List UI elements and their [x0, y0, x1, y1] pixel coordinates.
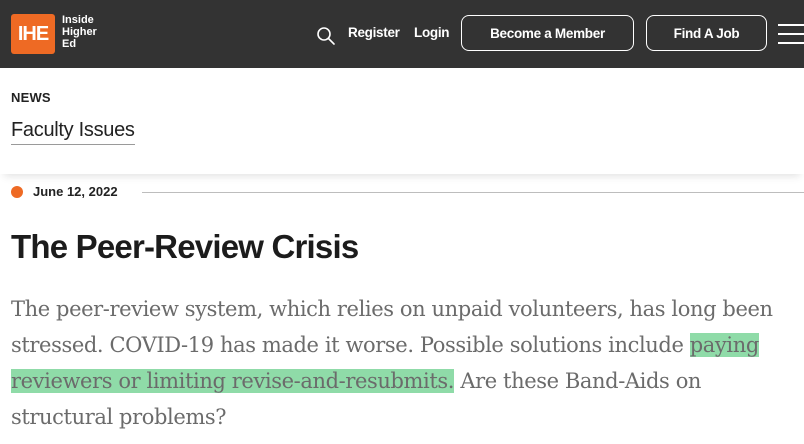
publish-date: June 12, 2022	[33, 184, 118, 199]
hamburger-menu-icon[interactable]	[778, 22, 804, 46]
logo-line-1: Inside	[62, 14, 94, 26]
article-dek: The peer-review system, which relies on …	[11, 291, 803, 435]
category-label: NEWS	[11, 90, 51, 105]
dek-text-start: The peer-review system, which relies on …	[11, 297, 773, 357]
divider	[142, 192, 804, 193]
logo-line-2: Higher	[62, 26, 97, 38]
logo-wordmark[interactable]: Inside Higher Ed	[62, 14, 97, 50]
site-header: IHE Inside Higher Ed Register Login Beco…	[0, 0, 804, 68]
logo-mark[interactable]: IHE	[11, 14, 55, 54]
search-icon[interactable]	[316, 26, 336, 46]
become-member-button[interactable]: Become a Member	[461, 15, 634, 51]
register-link[interactable]: Register	[348, 25, 400, 40]
section-heading: NEWS Faculty Issues	[0, 68, 804, 174]
logo-line-3: Ed	[62, 38, 77, 50]
section-title-link[interactable]: Faculty Issues	[11, 119, 135, 145]
date-dot-icon	[11, 186, 23, 198]
login-link[interactable]: Login	[414, 25, 450, 40]
find-job-button[interactable]: Find A Job	[646, 15, 767, 51]
article-headline: The Peer-Review Crisis	[11, 228, 359, 265]
